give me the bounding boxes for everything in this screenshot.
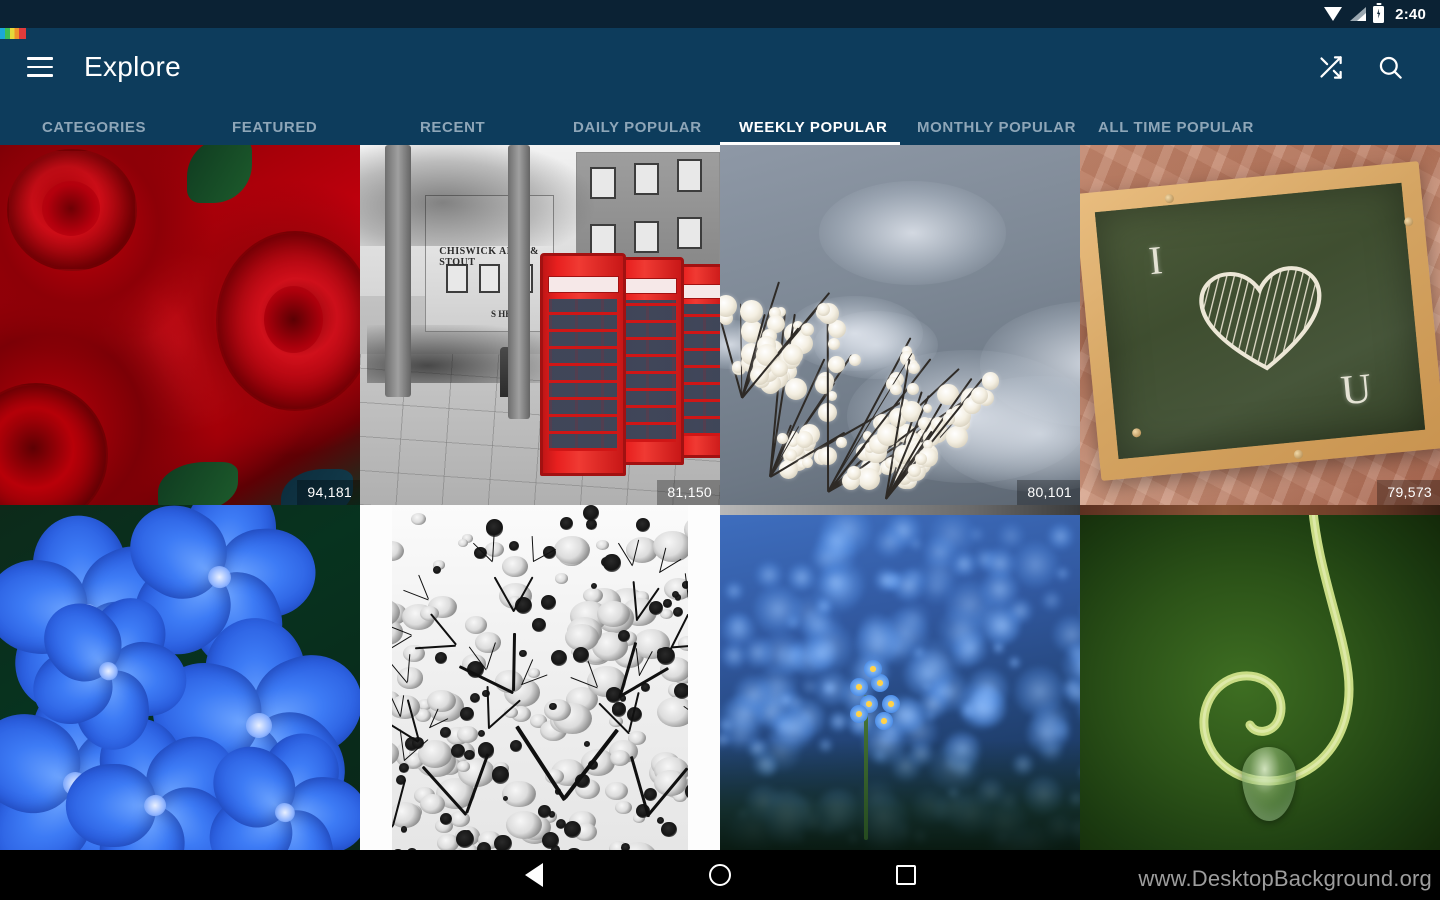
nav-home-button[interactable] [697, 852, 743, 898]
tile-image-chalkboard-love: I U [1080, 145, 1440, 505]
search-icon[interactable] [1364, 41, 1416, 93]
tile-image-white-blossoms [720, 145, 1080, 505]
page-title: Explore [84, 51, 182, 82]
nav-back-button[interactable] [511, 852, 557, 898]
tab-monthly-popular[interactable]: MONTHLY POPULAR [917, 119, 1076, 136]
tile-view-count: 80,101 [1017, 480, 1080, 505]
tab-daily-popular[interactable]: DAILY POPULAR [573, 119, 702, 136]
tile-london-phoneboxes[interactable]: CHISWICK ALES & STOUT S HEAD 81,150 [360, 145, 720, 505]
tile-red-roses[interactable]: 94,181 [0, 145, 360, 505]
wifi-icon [1324, 7, 1343, 21]
active-tab-indicator [720, 142, 900, 145]
tile-image-red-roses [0, 145, 360, 505]
tile-chalkboard-love[interactable]: I U 79,573 [1080, 145, 1440, 505]
tile-image-london-phoneboxes: CHISWICK ALES & STOUT S HEAD [360, 145, 720, 505]
tab-featured[interactable]: FEATURED [232, 119, 317, 136]
chalk-letter-u: U [1339, 365, 1374, 415]
tile-magnolia-bw[interactable] [360, 505, 720, 850]
tile-tendril-dewdrop[interactable] [1080, 505, 1440, 850]
tile-blue-plumbago[interactable] [0, 505, 360, 850]
tab-categories[interactable]: CATEGORIES [42, 119, 146, 136]
tile-image-tendril-dewdrop [1080, 505, 1440, 850]
nav-recents-button[interactable] [883, 852, 929, 898]
tab-recent[interactable]: RECENT [420, 119, 485, 136]
app-bar: Explore [0, 28, 1440, 106]
tile-view-count: 94,181 [297, 480, 360, 505]
tab-bar: CATEGORIES FEATURED RECENT DAILY POPULAR WEE… [0, 106, 1440, 145]
tile-white-blossoms[interactable]: 80,101 [720, 145, 1080, 505]
cellular-signal-icon [1350, 7, 1367, 21]
tile-image-blue-plumbago [0, 505, 360, 850]
wallpaper-grid: 94,181 CHISWICK ALES & STOUT S HEAD [0, 145, 1440, 850]
tab-all-time-popular[interactable]: ALL TIME POPULAR [1098, 119, 1254, 136]
chalk-letter-i: I [1146, 237, 1165, 284]
status-bar: 2:40 [0, 0, 1440, 28]
tab-weekly-popular[interactable]: WEEKLY POPULAR [739, 119, 887, 136]
tile-forget-me-nots[interactable] [720, 505, 1080, 850]
app-root: 2:40 Explore CATEGORIES FEATURED RECENT … [0, 0, 1440, 900]
status-clock: 2:40 [1395, 5, 1426, 23]
tab-strip: CATEGORIES FEATURED RECENT DAILY POPULAR WEE… [0, 106, 1440, 145]
chalk-heart-icon [1197, 263, 1329, 378]
tile-image-magnolia-bw [360, 505, 720, 850]
site-watermark: www.DesktopBackground.org [1138, 866, 1432, 891]
hamburger-menu-icon[interactable] [18, 45, 62, 89]
rainbow-accent-strip [0, 28, 26, 39]
battery-charging-icon [1373, 5, 1385, 23]
status-icon-group: 2:40 [1324, 5, 1426, 23]
tile-image-forget-me-nots [720, 505, 1080, 850]
shuffle-icon[interactable] [1304, 41, 1356, 93]
tile-view-count: 81,150 [657, 480, 720, 505]
tile-view-count: 79,573 [1377, 480, 1440, 505]
